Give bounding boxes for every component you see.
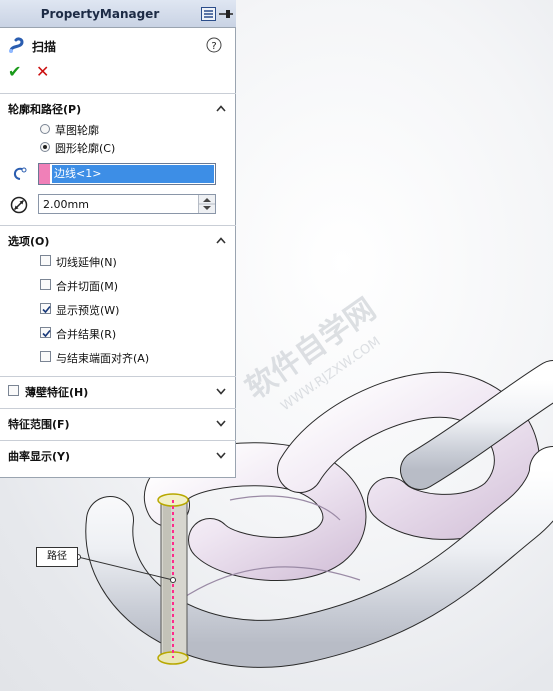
checkbox-label: 切线延伸(N) [56, 256, 117, 269]
selection-color-swatch [39, 164, 50, 184]
checkbox-label: 与结束端面对齐(A) [56, 352, 150, 365]
diameter-value: 2.00mm [43, 198, 89, 211]
chevron-up-icon[interactable] [216, 102, 226, 115]
selected-path-item[interactable]: 边线<1> [52, 165, 214, 183]
feature-title: 扫描 [32, 40, 57, 54]
radio-sketch-profile-label: 草图轮廓 [55, 124, 99, 137]
pin-panel-icon[interactable] [201, 7, 216, 24]
checkbox-label: 合并结果(R) [56, 328, 117, 341]
section-label: 曲率显示(Y) [8, 450, 71, 463]
path-callout-label: 路径 [36, 547, 78, 567]
checkbox-merge-result[interactable] [40, 327, 51, 338]
radio-circular-profile[interactable] [40, 142, 50, 152]
chevron-up-icon[interactable] [216, 234, 226, 247]
sweep-feature-icon [8, 36, 26, 57]
cancel-button[interactable]: ✕ [36, 62, 49, 81]
profile-path-section-header[interactable]: 轮廓和路径(P) [0, 93, 236, 121]
pushpin-icon[interactable] [219, 9, 233, 22]
section-label: 薄壁特征(H) [25, 386, 89, 399]
property-manager-panel: PropertyManager 扫描 ? ✔ ✕ 轮廓和路径(P) 草图轮廓 圆… [0, 0, 236, 478]
checkbox-show-preview[interactable] [40, 303, 51, 314]
diameter-spinner[interactable] [198, 195, 215, 213]
path-selection-icon [10, 166, 30, 185]
checkbox-align-end-faces[interactable] [40, 351, 51, 362]
checkbox-thin-feature[interactable] [8, 385, 19, 396]
panel-title: PropertyManager [40, 7, 160, 21]
diameter-icon [10, 196, 28, 217]
radio-sketch-profile[interactable] [40, 124, 50, 134]
chevron-down-icon[interactable] [216, 417, 226, 430]
checkbox-merge-tangent-faces[interactable] [40, 279, 51, 290]
chevron-down-icon[interactable] [216, 449, 226, 462]
options-section-header[interactable]: 选项(O) [0, 225, 236, 253]
section-label: 特征范围(F) [8, 418, 70, 431]
curvature-display-section-header[interactable]: 曲率显示(Y) [0, 440, 236, 468]
radio-circular-profile-label: 圆形轮廓(C) [55, 142, 116, 155]
checkbox-label: 合并切面(M) [56, 280, 119, 293]
section-label: 轮廓和路径(P) [8, 103, 82, 116]
thin-feature-section-header[interactable]: 薄壁特征(H) [0, 376, 236, 404]
property-manager-titlebar: PropertyManager [0, 0, 236, 28]
section-label: 选项(O) [8, 235, 50, 248]
path-selection-box[interactable]: 边线<1> [38, 163, 216, 185]
svg-text:?: ? [211, 41, 216, 52]
help-button[interactable]: ? [206, 37, 222, 56]
checkbox-label: 显示预览(W) [56, 304, 120, 317]
chevron-down-icon[interactable] [216, 385, 226, 398]
feature-scope-section-header[interactable]: 特征范围(F) [0, 408, 236, 436]
diameter-input[interactable]: 2.00mm [38, 194, 216, 214]
checkbox-tangent-propagation[interactable] [40, 255, 51, 266]
ok-button[interactable]: ✔ [8, 62, 21, 81]
